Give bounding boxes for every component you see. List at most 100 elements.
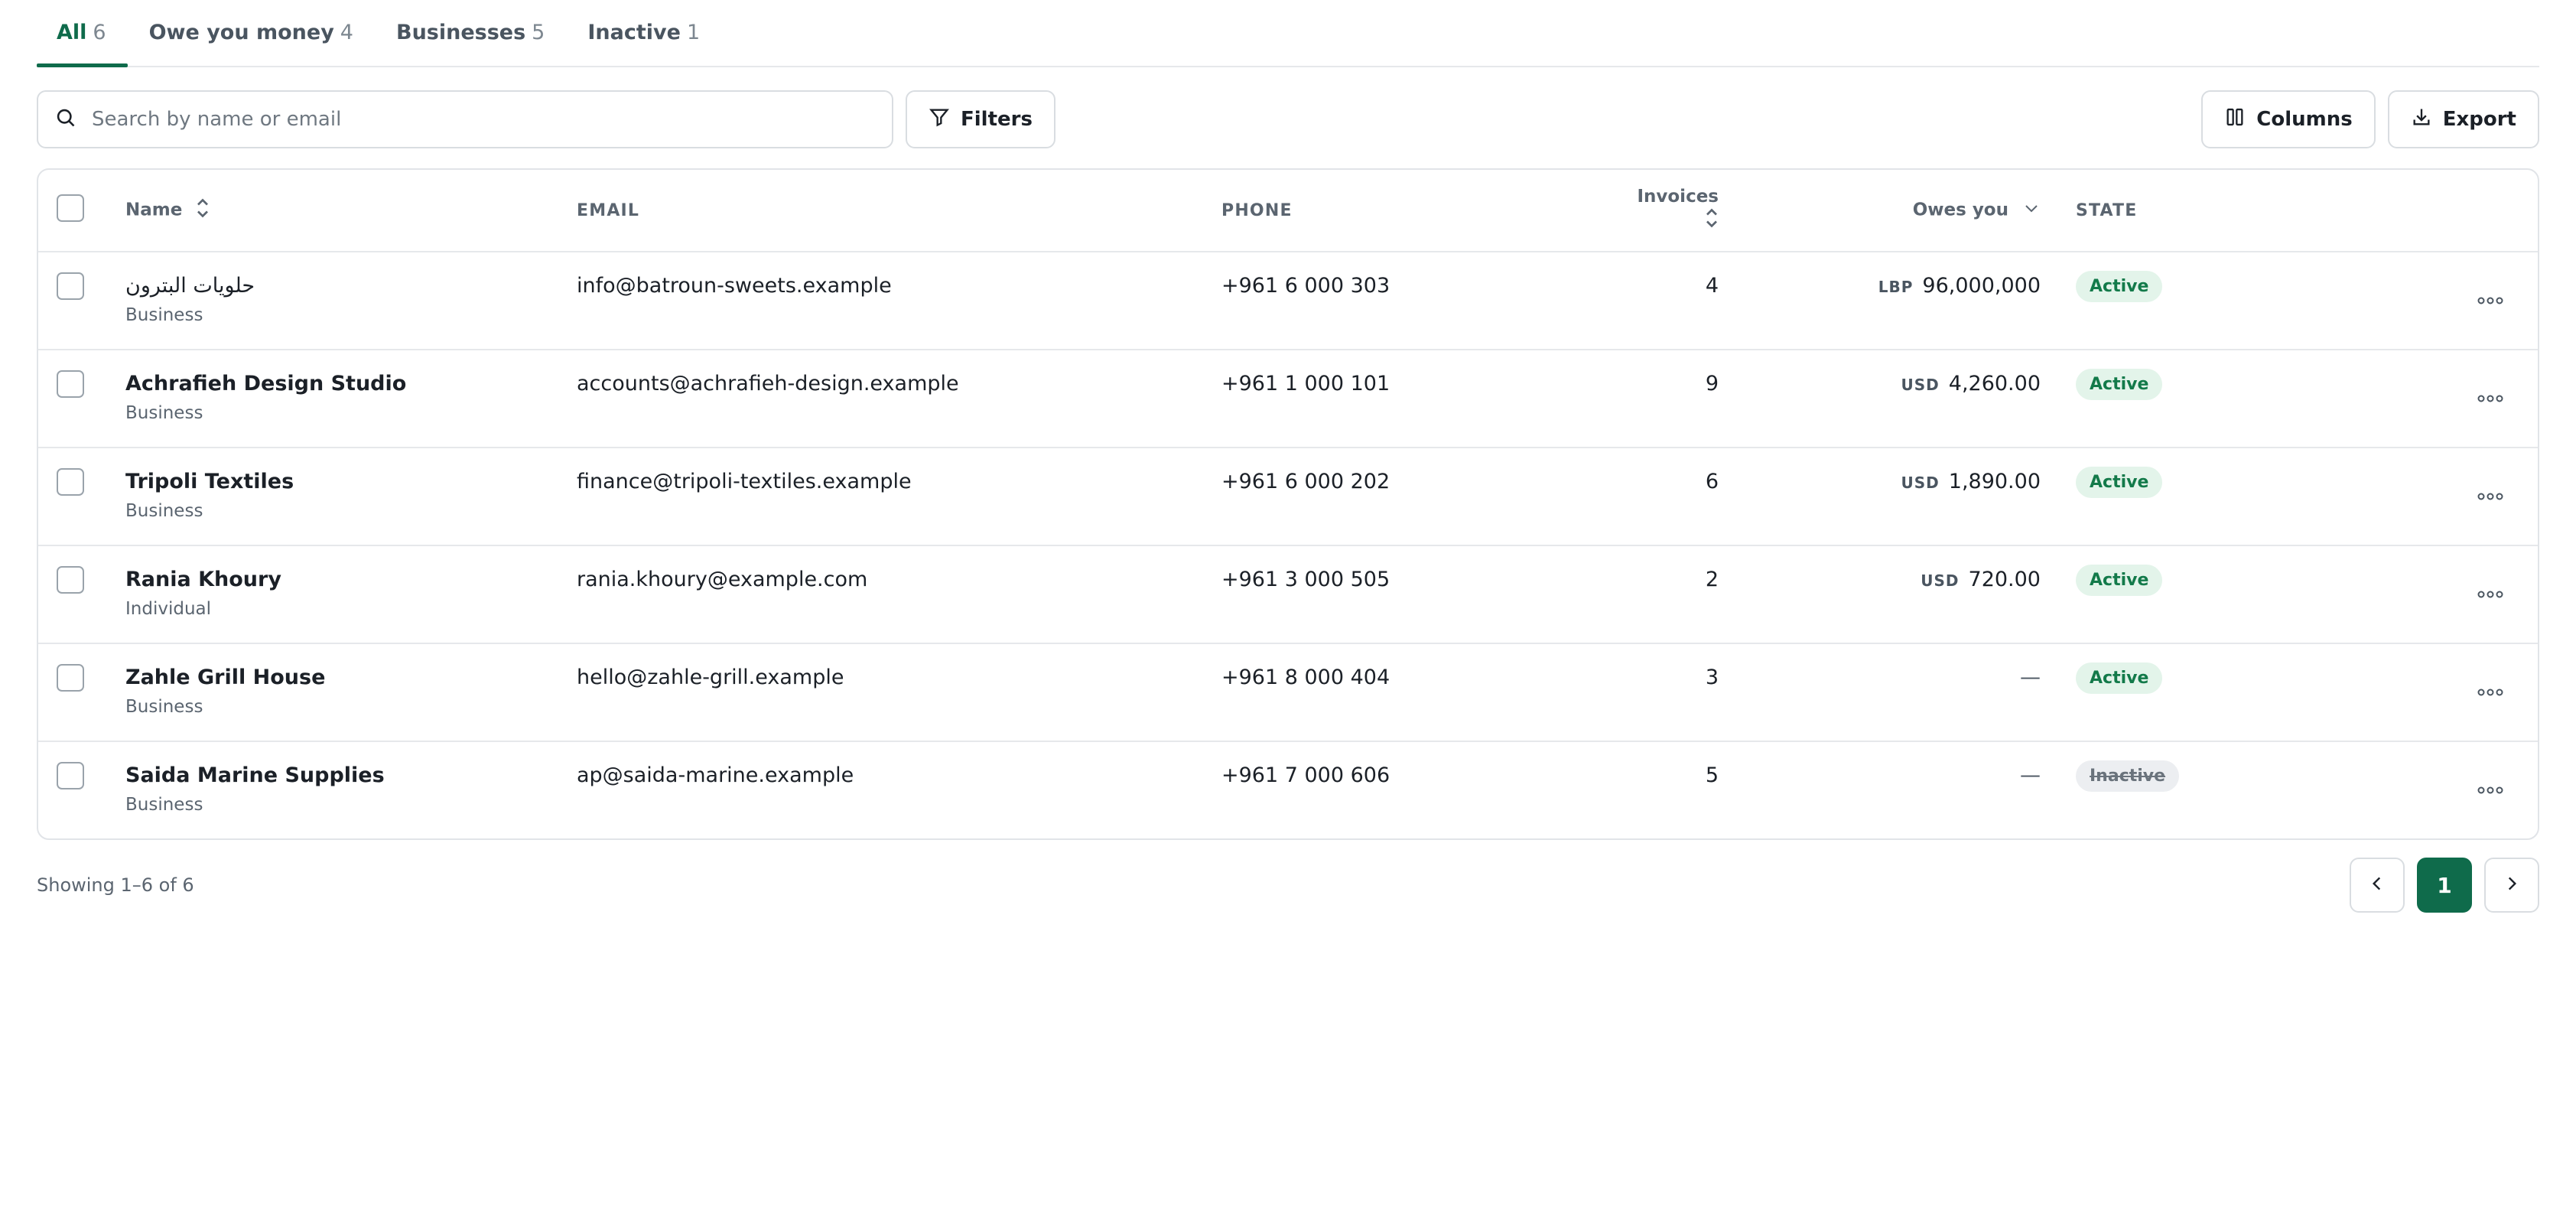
contact-name-cell: Saida Marine Supplies Business	[125, 742, 577, 815]
columns-icon	[2224, 106, 2246, 133]
contact-email: info@batroun-sweets.example	[577, 274, 892, 298]
search-box	[37, 90, 893, 148]
invoice-count: 5	[1705, 763, 1719, 787]
phone-column-header: PHONE	[1221, 200, 1293, 220]
more-options-icon[interactable]	[2477, 490, 2504, 504]
owes-amount: 96,000,000	[1922, 274, 2041, 298]
table-row[interactable]: Rania Khoury Individual rania.khoury@exa…	[38, 545, 2538, 643]
owes-header-label: Owes you	[1912, 200, 2008, 220]
invoice-count: 2	[1705, 568, 1719, 591]
name-header-label: Name	[125, 200, 183, 220]
tab-businesses[interactable]: Businesses 5	[375, 21, 566, 66]
table-row[interactable]: Achrafieh Design Studio Business account…	[38, 349, 2538, 447]
row-actions-cell	[2270, 546, 2538, 602]
search-icon	[55, 107, 76, 132]
row-checkbox[interactable]	[57, 566, 84, 594]
invoice-count: 3	[1705, 666, 1719, 689]
contact-type: Individual	[125, 599, 212, 619]
table-row[interactable]: Tripoli Textiles Business finance@tripol…	[38, 447, 2538, 545]
filters-button[interactable]: Filters	[906, 90, 1055, 148]
table-body: حلويات البترون Business info@batroun-swe…	[38, 251, 2538, 838]
page-number-button[interactable]: 1	[2417, 858, 2472, 913]
select-all-checkbox[interactable]	[57, 194, 84, 222]
owes-amount: 1,890.00	[1948, 470, 2041, 493]
table-header: Name EMAIL PHONE Invoices Owes you STATE	[38, 170, 2538, 251]
columns-label: Columns	[2256, 108, 2353, 131]
status-badge: Active	[2076, 369, 2163, 400]
owes-amount-cell: —	[1719, 742, 2041, 787]
contact-name[interactable]: Tripoli Textiles	[125, 470, 577, 493]
tab-count: 5	[532, 21, 545, 44]
name-column-header[interactable]: Name	[125, 197, 577, 224]
export-label: Export	[2442, 108, 2516, 131]
invoices-column-header[interactable]: Invoices	[1612, 187, 1719, 234]
contact-email: accounts@achrafieh-design.example	[577, 372, 959, 396]
row-checkbox[interactable]	[57, 272, 84, 300]
row-checkbox[interactable]	[57, 370, 84, 398]
row-checkbox-cell	[38, 644, 125, 695]
currency-code: USD	[1901, 474, 1940, 492]
state-column-header: STATE	[2076, 200, 2138, 220]
sort-icon	[196, 197, 210, 224]
contact-name[interactable]: Achrafieh Design Studio	[125, 372, 577, 396]
contact-phone: +961 6 000 303	[1221, 274, 1390, 298]
owes-amount: 4,260.00	[1948, 372, 2041, 396]
next-page-button[interactable]	[2484, 858, 2539, 913]
row-checkbox-cell	[38, 448, 125, 499]
row-actions-cell	[2270, 350, 2538, 406]
owes-column-header[interactable]: Owes you	[1719, 199, 2041, 222]
export-button[interactable]: Export	[2387, 90, 2539, 148]
contacts-page: All 6 Owe you money 4 Businesses 5 Inactive…	[0, 0, 2576, 913]
contact-name-cell: Rania Khoury Individual	[125, 546, 577, 619]
table-row[interactable]: Saida Marine Supplies Business ap@saida-…	[38, 741, 2538, 838]
row-checkbox[interactable]	[57, 664, 84, 692]
tab-count: 1	[686, 21, 701, 44]
tab-count: 4	[340, 21, 353, 44]
owes-amount-cell: USD 1,890.00	[1719, 448, 2041, 493]
tab-inactive[interactable]: Inactive 1	[566, 21, 721, 66]
columns-button[interactable]: Columns	[2201, 90, 2376, 148]
more-options-icon[interactable]	[2477, 685, 2504, 700]
row-checkbox[interactable]	[57, 468, 84, 496]
row-actions-cell	[2270, 742, 2538, 798]
table-footer: Showing 1–6 of 6 1	[37, 857, 2539, 913]
contact-name[interactable]: حلويات البترون	[125, 274, 577, 298]
table-row[interactable]: حلويات البترون Business info@batroun-swe…	[38, 251, 2538, 349]
owes-amount-cell: LBP 96,000,000	[1719, 252, 2041, 298]
more-options-icon[interactable]	[2477, 783, 2504, 798]
row-checkbox[interactable]	[57, 762, 84, 789]
search-input[interactable]	[90, 107, 875, 132]
contact-email: finance@tripoli-textiles.example	[577, 470, 912, 493]
status-badge: Active	[2076, 467, 2163, 498]
more-options-icon[interactable]	[2477, 588, 2504, 602]
tab-label: Businesses	[395, 21, 526, 44]
owes-amount-cell: —	[1719, 644, 2041, 689]
contact-type: Business	[125, 305, 203, 325]
contact-name[interactable]: Rania Khoury	[125, 568, 577, 591]
contact-phone: +961 1 000 101	[1221, 372, 1390, 396]
tab-all[interactable]: All 6	[37, 21, 128, 67]
contact-name[interactable]: Zahle Grill House	[125, 666, 577, 689]
contact-name[interactable]: Saida Marine Supplies	[125, 763, 577, 787]
chevron-left-icon	[2367, 874, 2387, 897]
contact-type: Business	[125, 795, 203, 815]
owes-amount-cell: USD 720.00	[1719, 546, 2041, 591]
previous-page-button[interactable]	[2350, 858, 2405, 913]
table-row[interactable]: Zahle Grill House Business hello@zahle-g…	[38, 643, 2538, 741]
sort-icon	[1705, 207, 1719, 234]
row-checkbox-cell	[38, 742, 125, 793]
status-badge: Active	[2076, 271, 2163, 302]
contact-phone: +961 8 000 404	[1221, 666, 1390, 689]
contact-type: Business	[125, 697, 203, 717]
status-badge: Active	[2076, 565, 2163, 596]
owes-amount: —	[2020, 666, 2041, 689]
more-options-icon[interactable]	[2477, 294, 2504, 308]
email-column-header: EMAIL	[577, 200, 640, 220]
more-options-icon[interactable]	[2477, 392, 2504, 406]
owes-amount-cell: USD 4,260.00	[1719, 350, 2041, 396]
tab-owe-you-money[interactable]: Owe you money 4	[128, 21, 375, 66]
contact-type: Business	[125, 403, 203, 423]
contacts-table: Name EMAIL PHONE Invoices Owes you STATE…	[37, 168, 2539, 840]
contact-phone: +961 3 000 505	[1221, 568, 1390, 591]
tab-label: Inactive	[587, 21, 681, 44]
